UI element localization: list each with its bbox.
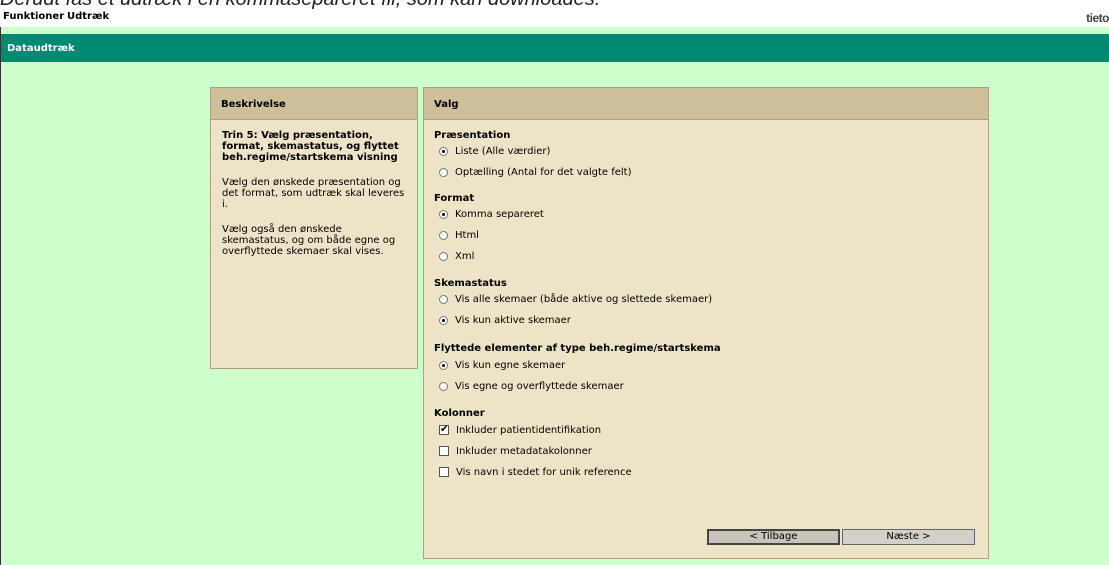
radio-button[interactable] bbox=[439, 360, 448, 370]
radio-button[interactable] bbox=[439, 167, 448, 177]
radio-option[interactable]: Liste (Alle værdier) bbox=[439, 144, 550, 158]
radio-option[interactable]: Vis kun aktive skemaer bbox=[439, 313, 571, 327]
checkbox[interactable] bbox=[439, 446, 449, 456]
radio-label: Vis alle skemaer (både aktive og sletted… bbox=[455, 293, 713, 305]
description-header: Beskrivelse bbox=[211, 88, 417, 120]
menu-bar: Funktioner Udtræk tieto bbox=[0, 9, 1109, 27]
section-title-columns: Kolonner bbox=[434, 408, 485, 419]
app-frame: Dataudtræk Beskrivelse Trin 5: Vælg præs… bbox=[0, 27, 1109, 565]
checkbox-label: Inkluder metadatakolonner bbox=[456, 445, 592, 457]
radio-label: Xml bbox=[455, 250, 475, 262]
radio-button[interactable] bbox=[439, 209, 448, 219]
checkbox[interactable] bbox=[439, 467, 449, 477]
checkbox-label: Vis navn i stedet for unik reference bbox=[456, 466, 632, 478]
radio-option[interactable]: Vis kun egne skemaer bbox=[439, 358, 565, 372]
radio-label: Html bbox=[455, 229, 479, 241]
checkbox-option[interactable]: ✔ Inkluder patientidentifikation bbox=[439, 423, 601, 437]
description-text: Vælg den ønskede præsentation og det for… bbox=[222, 177, 405, 210]
radio-option[interactable]: Html bbox=[439, 228, 479, 242]
tieto-logo: tieto bbox=[1086, 11, 1109, 25]
radio-option[interactable]: Xml bbox=[439, 249, 474, 263]
radio-label: Vis egne og overflyttede skemaer bbox=[455, 380, 624, 392]
radio-button[interactable] bbox=[439, 146, 448, 156]
checkbox-checked[interactable]: ✔ bbox=[439, 425, 449, 435]
section-title-status: Skemastatus bbox=[434, 278, 507, 289]
description-panel: Beskrivelse Trin 5: Vælg præsentation, f… bbox=[210, 87, 418, 369]
title-bar bbox=[1, 27, 1109, 33]
radio-option[interactable]: Komma separeret bbox=[439, 207, 544, 221]
description-heading: Beskrivelse bbox=[221, 99, 286, 110]
back-button[interactable]: < Tilbage bbox=[707, 529, 840, 545]
checkbox-option[interactable]: Inkluder metadatakolonner bbox=[439, 444, 592, 458]
options-heading: Valg bbox=[434, 99, 459, 110]
checkbox-option[interactable]: Vis navn i stedet for unik reference bbox=[439, 465, 632, 479]
radio-button[interactable] bbox=[439, 294, 448, 304]
radio-label: Vis kun egne skemaer bbox=[455, 359, 566, 371]
options-header: Valg bbox=[424, 88, 988, 120]
section-title-moved: Flyttede elementer af type beh.regime/st… bbox=[434, 343, 721, 354]
radio-button[interactable] bbox=[439, 251, 448, 261]
step-title: Trin 5: Vælg præsentation, format, skema… bbox=[222, 130, 399, 163]
page-caption: Derudt fås et udtræk i en kommasepareret… bbox=[0, 0, 1109, 9]
menu-udtraek[interactable]: Udtræk bbox=[67, 11, 109, 22]
menu-funktioner[interactable]: Funktioner bbox=[3, 11, 64, 22]
checkbox-label: Inkluder patientidentifikation bbox=[456, 424, 602, 436]
radio-option[interactable]: Vis alle skemaer (både aktive og sletted… bbox=[439, 292, 712, 306]
radio-label: Liste (Alle værdier) bbox=[455, 145, 551, 157]
radio-label: Komma separeret bbox=[455, 208, 544, 220]
section-title-presentation: Præsentation bbox=[434, 130, 511, 141]
radio-label: Vis kun aktive skemaer bbox=[455, 314, 571, 326]
radio-button[interactable] bbox=[439, 230, 448, 240]
next-button[interactable]: Næste > bbox=[842, 529, 975, 545]
radio-option[interactable]: Vis egne og overflyttede skemaer bbox=[439, 379, 624, 393]
radio-button[interactable] bbox=[439, 381, 448, 391]
page-header: Dataudtræk bbox=[1, 34, 1109, 62]
radio-option[interactable]: Optælling (Antal for det valgte felt) bbox=[439, 165, 631, 179]
description-text: Vælg også den ønskede skemastatus, og om… bbox=[222, 224, 396, 257]
radio-label: Optælling (Antal for det valgte felt) bbox=[455, 166, 632, 178]
page-title: Dataudtræk bbox=[7, 43, 75, 54]
options-panel: Valg Præsentation Liste (Alle værdier) O… bbox=[423, 87, 989, 559]
radio-button[interactable] bbox=[439, 315, 448, 325]
section-title-format: Format bbox=[434, 193, 475, 204]
